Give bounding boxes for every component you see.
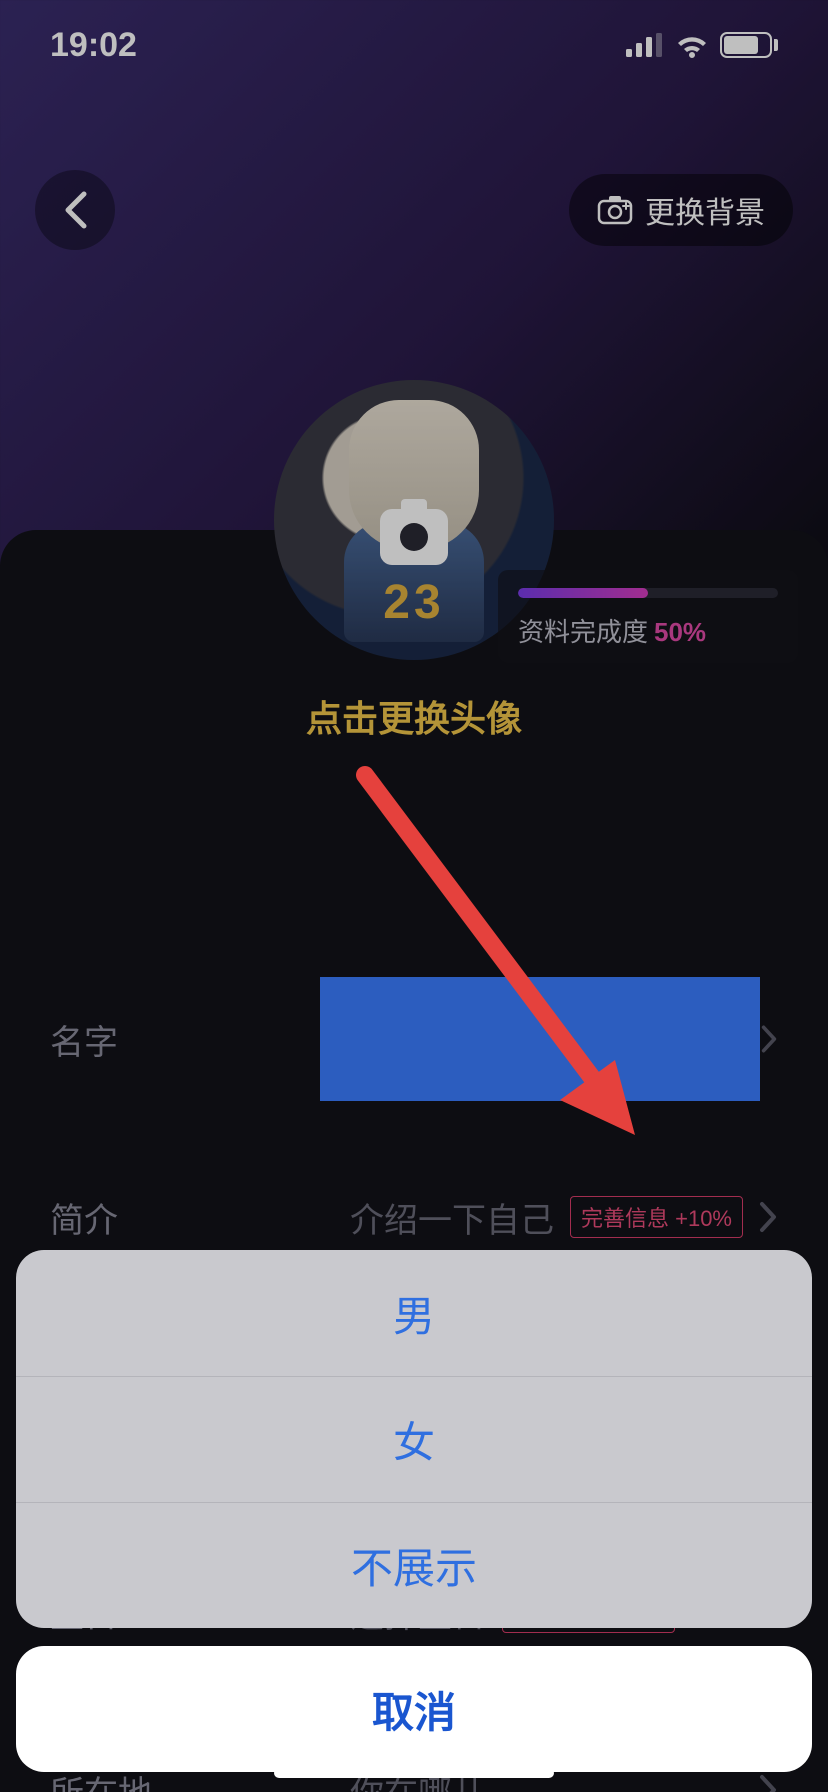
battery-text: 77 bbox=[722, 32, 770, 58]
avatar-section: 23 点击更换头像 bbox=[274, 380, 554, 742]
row-name-label: 名字 bbox=[50, 1015, 320, 1064]
sheet-option-female[interactable]: 女 bbox=[16, 1376, 812, 1502]
action-sheet: 男 女 不展示 取消 bbox=[16, 1250, 812, 1772]
row-bio-placeholder: 介绍一下自己 bbox=[350, 1193, 554, 1242]
change-background-label: 更换背景 bbox=[645, 188, 765, 232]
profile-completion: 资料完成度50% bbox=[498, 570, 798, 663]
home-indicator[interactable] bbox=[274, 1768, 554, 1778]
battery-indicator: 77 bbox=[720, 32, 778, 58]
sheet-options: 男 女 不展示 bbox=[16, 1250, 812, 1628]
sheet-option-hide[interactable]: 不展示 bbox=[16, 1502, 812, 1628]
header: 更换背景 bbox=[0, 170, 828, 250]
cellular-icon bbox=[626, 33, 664, 57]
camera-overlay-icon bbox=[380, 509, 448, 565]
row-bio-label: 简介 bbox=[50, 1193, 350, 1242]
row-name[interactable]: 名字 bbox=[0, 950, 828, 1128]
avatar-jersey-number: 23 bbox=[383, 575, 444, 630]
back-button[interactable] bbox=[35, 170, 115, 250]
change-background-button[interactable]: 更换背景 bbox=[569, 174, 793, 246]
bio-badge: 完善信息 +10% bbox=[570, 1196, 743, 1238]
status-bar: 19:02 77 bbox=[0, 0, 828, 90]
sheet-option-male[interactable]: 男 bbox=[16, 1250, 812, 1376]
status-right: 77 bbox=[626, 32, 778, 58]
chevron-right-icon bbox=[758, 1200, 778, 1234]
completion-bar bbox=[518, 588, 778, 598]
chevron-left-icon bbox=[62, 190, 88, 230]
avatar-label[interactable]: 点击更换头像 bbox=[274, 690, 554, 742]
name-redacted bbox=[320, 977, 760, 1101]
status-time: 19:02 bbox=[50, 26, 137, 65]
completion-text: 资料完成度50% bbox=[518, 612, 778, 649]
sheet-cancel[interactable]: 取消 bbox=[16, 1646, 812, 1772]
chevron-right-icon bbox=[760, 1022, 778, 1056]
camera-icon bbox=[597, 195, 633, 225]
wifi-icon bbox=[674, 32, 710, 58]
chevron-right-icon bbox=[758, 1773, 778, 1792]
